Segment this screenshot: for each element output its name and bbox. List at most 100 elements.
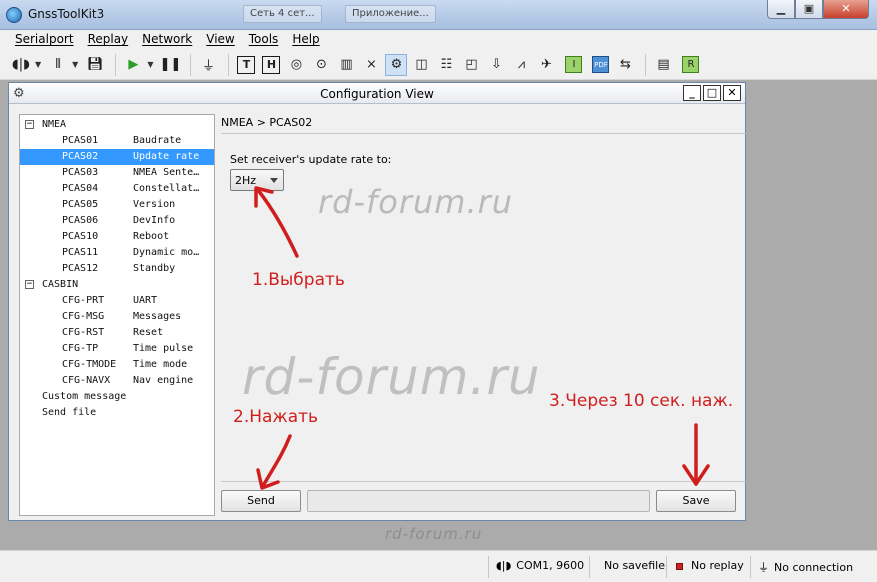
menu-tools[interactable]: Tools [242,30,286,50]
toolbar: ◖|◗ ▼ ⫴ ▼ 💾︎ ▶ ▼ ❚❚ ⏚ T H ◎ ⊙ ▥ ⨯ ⚙ ◫ ☷ … [0,50,877,80]
close-button[interactable]: ✕ [823,0,869,19]
tree-item-name: PCAS01 [62,135,99,146]
text-view-icon[interactable]: T [237,55,256,74]
cfg-close-button[interactable]: ✕ [723,85,741,101]
tree-group-nmea[interactable]: − NMEA [20,117,214,133]
status-separator [666,556,667,578]
save-button[interactable]: Save [656,490,736,512]
chevron-down-icon [270,178,278,183]
tree-item-pcas12[interactable]: PCAS12 Standby [20,261,214,277]
divider [221,481,746,482]
position-icon[interactable]: ⊙ [310,54,332,76]
status-replay: No replay [676,559,744,572]
tree-item-cfg-tp[interactable]: CFG-TP Time pulse [20,341,214,357]
layout-icon[interactable]: ▤ [652,54,674,76]
update-rate-label: Set receiver's update rate to: [230,153,392,166]
update-rate-value: 2Hz [235,174,257,187]
save-icon[interactable]: 💾︎ [84,54,106,76]
collapse-icon[interactable]: − [25,280,34,289]
watermark: rd-forum.ru [242,348,541,406]
tree-group-casbin[interactable]: − CASBIN [20,277,214,293]
sky-view-icon[interactable]: ◎ [285,54,307,76]
plug-icon: ⏚ [758,561,769,574]
tree-item-pcas02[interactable]: PCAS02 Update rate [20,149,214,165]
tree-item-pcas04[interactable]: PCAS04 Constellat… [20,181,214,197]
status-replay-text: No replay [691,559,744,572]
tree-item-custom-message[interactable]: Custom message [20,389,214,405]
signal-2-icon[interactable]: ⩘ [510,54,532,76]
cfg-maximize-button[interactable]: □ [703,85,721,101]
menu-network[interactable]: Network [135,30,199,50]
minimize-button[interactable]: ▁ [767,0,795,19]
sync-icon[interactable]: ⇆ [614,54,636,76]
status-port-text: COM1, 9600 [516,559,585,572]
background-tab: Приложение... [345,5,436,23]
chart-icon[interactable]: ▥ [335,54,357,76]
chevron-down-icon[interactable]: ▼ [35,60,41,69]
menu-replay[interactable]: Replay [81,30,136,50]
chevron-down-icon[interactable]: ▼ [72,60,78,69]
status-connection: ⏚ No connection [758,559,853,575]
table-icon[interactable]: ☷ [435,54,457,76]
hex-view-icon[interactable]: H [262,55,281,74]
menu-view[interactable]: View [199,30,241,50]
tree-item-name: CFG-TMODE [62,359,117,370]
tree-item-name: CFG-TP [62,343,99,354]
config-icon[interactable]: ⚙ [385,53,408,76]
satellite-icon[interactable]: ⨯ [360,54,382,76]
tree-item-pcas11[interactable]: PCAS11 Dynamic mo… [20,245,214,261]
send-button[interactable]: Send [221,490,301,512]
tree-item-pcas10[interactable]: PCAS10 Reboot [20,229,214,245]
collapse-icon[interactable]: − [25,120,34,129]
tree-item-name: PCAS11 [62,247,99,258]
pause-icon[interactable]: ❚❚ [159,54,182,76]
update-rate-select[interactable]: 2Hz [230,169,284,191]
annotation-step-2: 2.Нажать [233,407,319,427]
record-icon [676,562,683,570]
chart-2-icon[interactable]: ◰ [460,54,482,76]
tree-item-send-file[interactable]: Send file [20,405,214,421]
connect-icon[interactable]: ◖|◗ [10,54,32,76]
tree-item-pcas06[interactable]: PCAS06 DevInfo [20,213,214,229]
tree-item-pcas05[interactable]: PCAS05 Version [20,197,214,213]
tree-item-name: CFG-NAVX [62,375,111,386]
cfg-minimize-button[interactable]: _ [683,85,701,101]
tree-item-name: PCAS06 [62,215,99,226]
maximize-button[interactable]: ▣ [795,0,823,19]
pdf-icon[interactable]: PDF [592,56,610,73]
menu-serialport[interactable]: Serialport [8,30,81,50]
tree-item-pcas01[interactable]: PCAS01 Baudrate [20,133,214,149]
toolbar-separator [645,53,647,76]
tree-item-cfg-msg[interactable]: CFG-MSG Messages [20,309,214,325]
tree-item-name: CFG-MSG [62,311,105,322]
tree-item-cfg-prt[interactable]: CFG-PRT UART [20,293,214,309]
tree-item-pcas03[interactable]: PCAS03 NMEA Sente… [20,165,214,181]
tree-item-name: CFG-RST [62,327,105,338]
plug-icon[interactable]: ⏚ [197,54,219,76]
map-icon[interactable]: ◫ [410,54,432,76]
menu-help[interactable]: Help [285,30,326,50]
chevron-down-icon[interactable]: ▼ [147,60,153,69]
annotation-step-3: 3.Через 10 сек. наж. [549,391,734,411]
status-port: ◖|◗ COM1, 9600 [496,559,584,572]
progress-bar [307,490,650,512]
status-separator [488,556,489,578]
tree-item-cfg-navx[interactable]: CFG-NAVX Nav engine [20,373,214,389]
tree-item-name: PCAS03 [62,167,99,178]
tree-item-desc: Messages [133,311,182,322]
r-icon[interactable]: R [682,56,700,73]
tree-item-name: PCAS10 [62,231,99,242]
satellite-2-icon[interactable]: ✈ [535,54,557,76]
tree-item-cfg-rst[interactable]: CFG-RST Reset [20,325,214,341]
command-tree: − NMEA PCAS01 Baudrate PCAS02 Update rat… [19,114,215,516]
tree-item-cfg-tmode[interactable]: CFG-TMODE Time mode [20,357,214,373]
tree-item-name: Custom message [42,391,127,402]
toolbar-separator [228,53,230,76]
watermark: rd-forum.ru [318,183,514,221]
download-icon[interactable]: ⇩ [485,54,507,76]
play-icon[interactable]: ▶ [122,54,144,76]
status-separator [750,556,751,578]
green-icon[interactable]: I [565,56,583,73]
tree-item-desc: Version [133,199,176,210]
signal-icon[interactable]: ⫴ [47,54,69,76]
